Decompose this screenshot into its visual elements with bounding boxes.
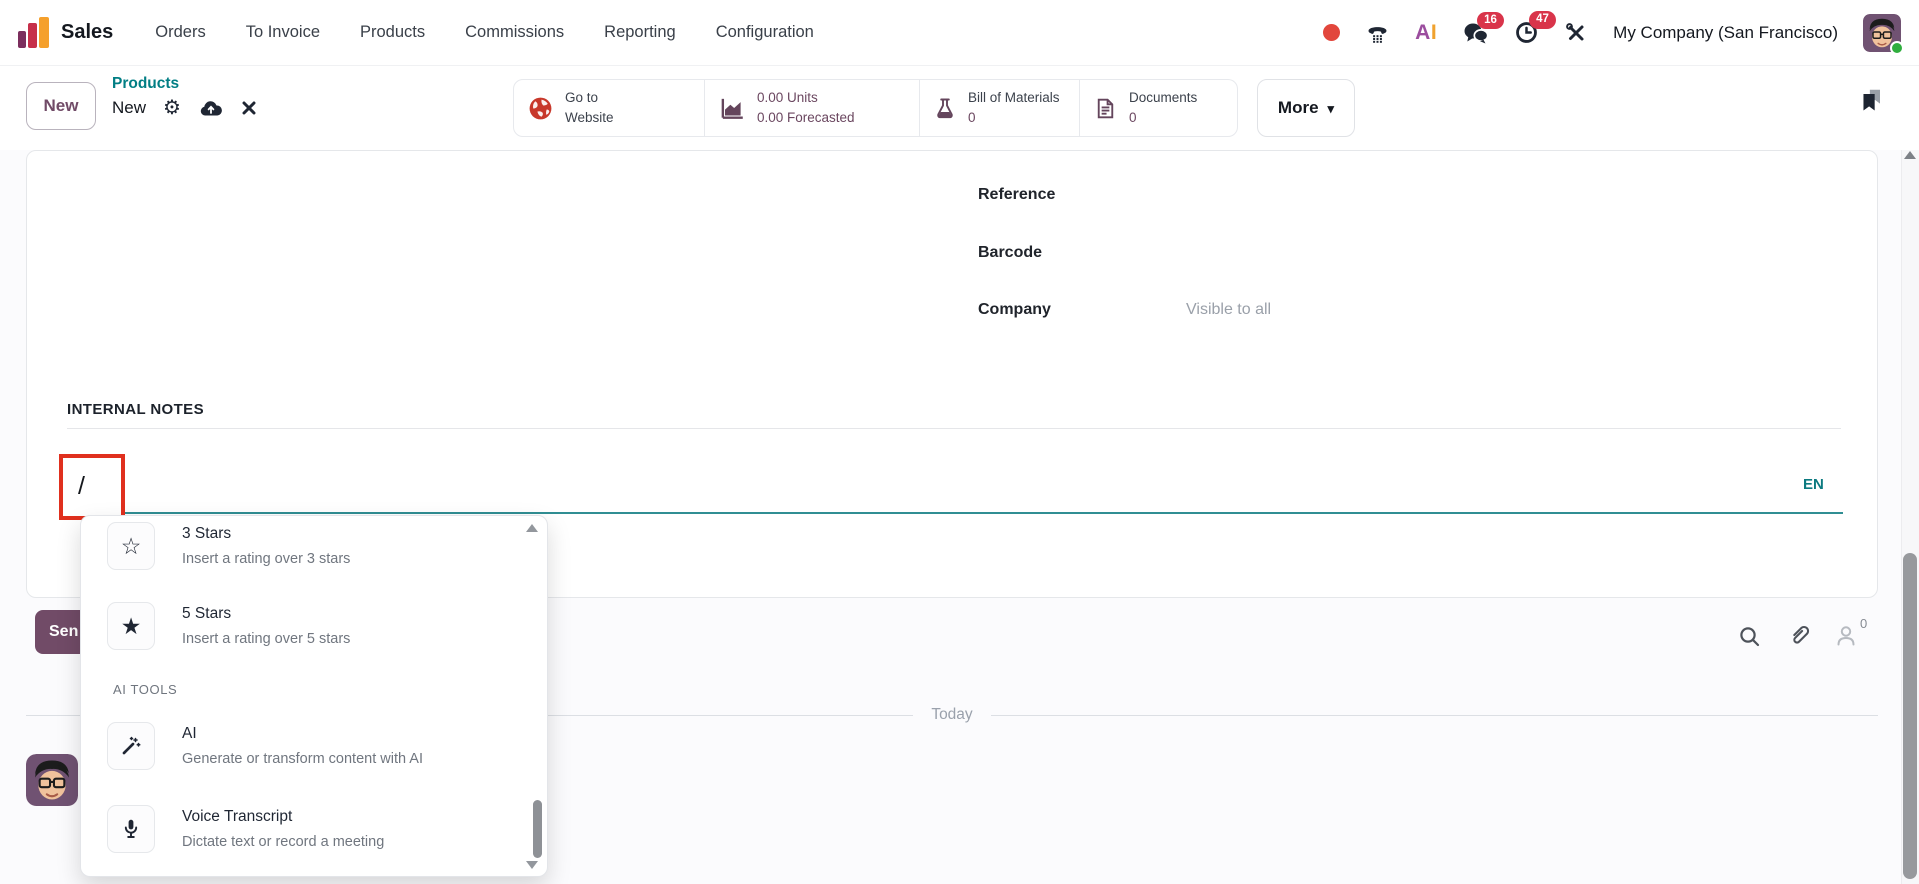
today-label: Today	[931, 706, 973, 723]
voip-phone-icon[interactable]	[1365, 21, 1390, 45]
user-avatar[interactable]	[1863, 13, 1904, 55]
followers-count: 0	[1860, 616, 1868, 631]
control-panel: New Products New ⚙ Go to Website 0.00 Un…	[0, 66, 1919, 150]
documents-label: Documents	[1129, 90, 1198, 106]
followers-person-icon[interactable]	[1833, 623, 1859, 649]
powerbox-item-ai[interactable]: AI Generate or transform content with AI	[107, 722, 423, 770]
new-record-button[interactable]: New	[26, 82, 96, 130]
search-messages-icon[interactable]	[1737, 624, 1763, 650]
magic-wand-icon	[107, 722, 155, 770]
powerbox-item-title: 3 Stars	[182, 525, 232, 542]
bom-label: Bill of Materials	[968, 90, 1060, 106]
powerbox-item-5-stars[interactable]: ★ 5 Stars Insert a rating over 5 stars	[107, 602, 350, 650]
discard-close-icon[interactable]	[241, 100, 257, 116]
messages-icon[interactable]: 16	[1462, 11, 1504, 45]
attach-paperclip-icon[interactable]	[1786, 621, 1813, 648]
units-forecasted-button[interactable]: 0.00 Units 0.00 Forecasted	[705, 79, 920, 137]
menu-reporting[interactable]: Reporting	[604, 23, 676, 42]
star-outline-icon: ☆	[107, 522, 155, 570]
globe-icon	[527, 95, 554, 122]
message-author-avatar[interactable]	[26, 754, 78, 806]
page-scroll-up-icon[interactable]	[1904, 151, 1916, 159]
powerbox-item-title: 5 Stars	[182, 605, 232, 622]
powerbox-section-ai-tools: AI TOOLS	[113, 682, 178, 697]
bom-count: 0	[968, 110, 976, 125]
microphone-icon	[107, 805, 155, 853]
powerbox-item-title: Voice Transcript	[182, 808, 293, 825]
ai-assistant-icon[interactable]: AI	[1415, 21, 1437, 45]
notes-divider	[67, 428, 1841, 429]
gear-icon[interactable]: ⚙	[163, 98, 181, 118]
powerbox-scroll-up-icon[interactable]	[526, 524, 538, 532]
menu-to-invoice[interactable]: To Invoice	[246, 23, 320, 42]
highlight-box: /	[59, 454, 125, 520]
menu-products[interactable]: Products	[360, 23, 425, 42]
units-value: 0.00 Units	[757, 90, 818, 106]
go-to-website-label: Go to Website	[565, 90, 614, 125]
powerbox-item-voice-transcript[interactable]: Voice Transcript Dictate text or record …	[107, 805, 384, 853]
flask-icon	[933, 96, 957, 121]
recording-dot-icon[interactable]	[1323, 24, 1341, 41]
sales-app-logo-icon[interactable]	[18, 17, 49, 48]
app-name[interactable]: Sales	[61, 21, 113, 44]
page-scrollbar-thumb[interactable]	[1903, 553, 1917, 879]
company-switcher[interactable]: My Company (San Francisco)	[1613, 23, 1838, 43]
command-powerbox-dropdown: ☆ 3 Stars Insert a rating over 3 stars ★…	[80, 515, 548, 877]
company-field-label: Company	[978, 301, 1051, 318]
powerbox-item-title: AI	[182, 725, 197, 742]
powerbox-item-description: Generate or transform content with AI	[182, 751, 423, 767]
menu-commissions[interactable]: Commissions	[465, 23, 564, 42]
main-menu: Orders To Invoice Products Commissions R…	[155, 23, 814, 42]
notes-editor-input[interactable]: /	[78, 472, 85, 501]
area-chart-icon	[718, 94, 746, 122]
star-filled-icon: ★	[107, 602, 155, 650]
document-icon	[1093, 96, 1118, 121]
bookmark-favorites-icon[interactable]	[1856, 86, 1888, 118]
internal-notes-title: INTERNAL NOTES	[67, 401, 204, 418]
breadcrumb-current: New	[112, 98, 147, 117]
documents-button[interactable]: Documents 0	[1080, 79, 1238, 137]
translation-language-badge[interactable]: EN	[1803, 476, 1824, 493]
powerbox-item-description: Insert a rating over 5 stars	[182, 631, 351, 647]
top-navbar: Sales Orders To Invoice Products Commiss…	[0, 0, 1919, 66]
menu-orders[interactable]: Orders	[155, 23, 205, 42]
forecasted-value: 0.00 Forecasted	[757, 110, 855, 125]
reference-field-label: Reference	[978, 186, 1056, 203]
activities-badge: 47	[1529, 11, 1556, 29]
powerbox-scroll-down-icon[interactable]	[526, 861, 538, 869]
systray: AI 16 47 My Company (San Francisco)	[1323, 11, 1904, 55]
go-to-website-button[interactable]: Go to Website	[513, 79, 705, 137]
stat-button-box: Go to Website 0.00 Units 0.00 Forecasted	[513, 79, 1238, 137]
documents-count: 0	[1129, 110, 1137, 125]
activities-clock-icon[interactable]: 47	[1514, 11, 1556, 45]
online-status-dot	[1890, 40, 1904, 55]
menu-configuration[interactable]: Configuration	[716, 23, 814, 42]
chevron-down-icon: ▾	[1327, 100, 1335, 116]
breadcrumb: Products New ⚙	[112, 75, 257, 118]
notes-field-underline	[67, 512, 1843, 514]
messages-badge: 16	[1477, 11, 1504, 30]
bill-of-materials-button[interactable]: Bill of Materials 0	[920, 79, 1080, 137]
cloud-save-icon[interactable]	[198, 98, 224, 118]
powerbox-item-description: Insert a rating over 3 stars	[182, 551, 351, 567]
powerbox-item-description: Dictate text or record a meeting	[182, 834, 385, 850]
breadcrumb-products-link[interactable]: Products	[112, 75, 257, 93]
tools-icon[interactable]	[1564, 21, 1588, 45]
powerbox-scrollbar-thumb[interactable]	[533, 800, 542, 858]
more-dropdown-button[interactable]: More ▾	[1257, 79, 1355, 137]
barcode-field-label: Barcode	[978, 244, 1043, 261]
company-field-value[interactable]: Visible to all	[1186, 301, 1271, 319]
powerbox-item-3-stars[interactable]: ☆ 3 Stars Insert a rating over 3 stars	[107, 522, 350, 570]
